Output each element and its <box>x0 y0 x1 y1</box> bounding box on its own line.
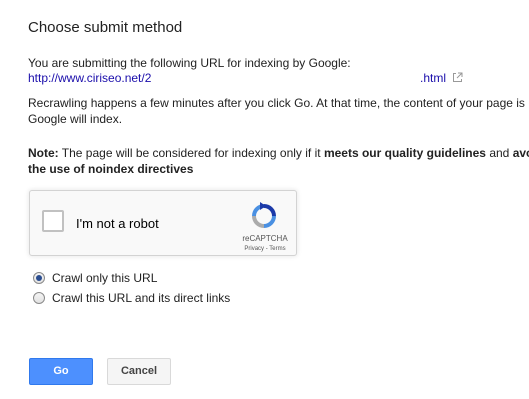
note-label: Note: <box>28 146 59 160</box>
note-avo: avo <box>512 146 529 160</box>
note-line-1: Note: The page will be considered for in… <box>28 145 529 161</box>
submit-method-dialog: Choose submit method You are submitting … <box>0 0 529 399</box>
recaptcha-privacy-terms[interactable]: Privacy - Terms <box>236 246 294 252</box>
note-and: and <box>485 146 513 160</box>
option-label[interactable]: Crawl only this URL <box>52 271 157 285</box>
url-link-start[interactable]: http://www.ciriseo.net/2 <box>28 71 151 85</box>
url-link-end[interactable]: .html <box>420 71 446 85</box>
radio-crawl-url[interactable] <box>33 272 45 284</box>
note-line-2: the use of noindex directives <box>28 162 194 176</box>
recrawl-info: Recrawling happens a few minutes after y… <box>28 95 529 127</box>
recaptcha-checkbox[interactable] <box>42 210 64 232</box>
cancel-button[interactable]: Cancel <box>107 358 171 385</box>
note-quality-guidelines: meets our quality guidelines <box>323 146 486 160</box>
dialog-title: Choose submit method <box>28 19 183 36</box>
radio-crawl-links[interactable] <box>33 292 45 304</box>
recaptcha-logo-icon <box>252 202 276 228</box>
recrawl-line-2: Google will index. <box>28 112 123 126</box>
intro-text: You are submitting the following URL for… <box>28 56 351 70</box>
recrawl-line-1: Recrawling happens a few minutes after y… <box>28 96 525 110</box>
external-link-icon[interactable] <box>452 72 463 83</box>
option-label[interactable]: Crawl this URL and its direct links <box>52 291 230 305</box>
submitted-url: http://www.ciriseo.net/2 .html <box>28 71 529 87</box>
go-button[interactable]: Go <box>29 358 93 385</box>
recaptcha-label: I'm not a robot <box>76 216 159 231</box>
recaptcha-widget: I'm not a robot reCAPTCHA Privacy - Term… <box>29 190 297 256</box>
recaptcha-brand: reCAPTCHA <box>242 234 288 243</box>
note-text: The page will be considered for indexing… <box>58 146 324 160</box>
quality-note: Note: The page will be considered for in… <box>28 145 529 177</box>
